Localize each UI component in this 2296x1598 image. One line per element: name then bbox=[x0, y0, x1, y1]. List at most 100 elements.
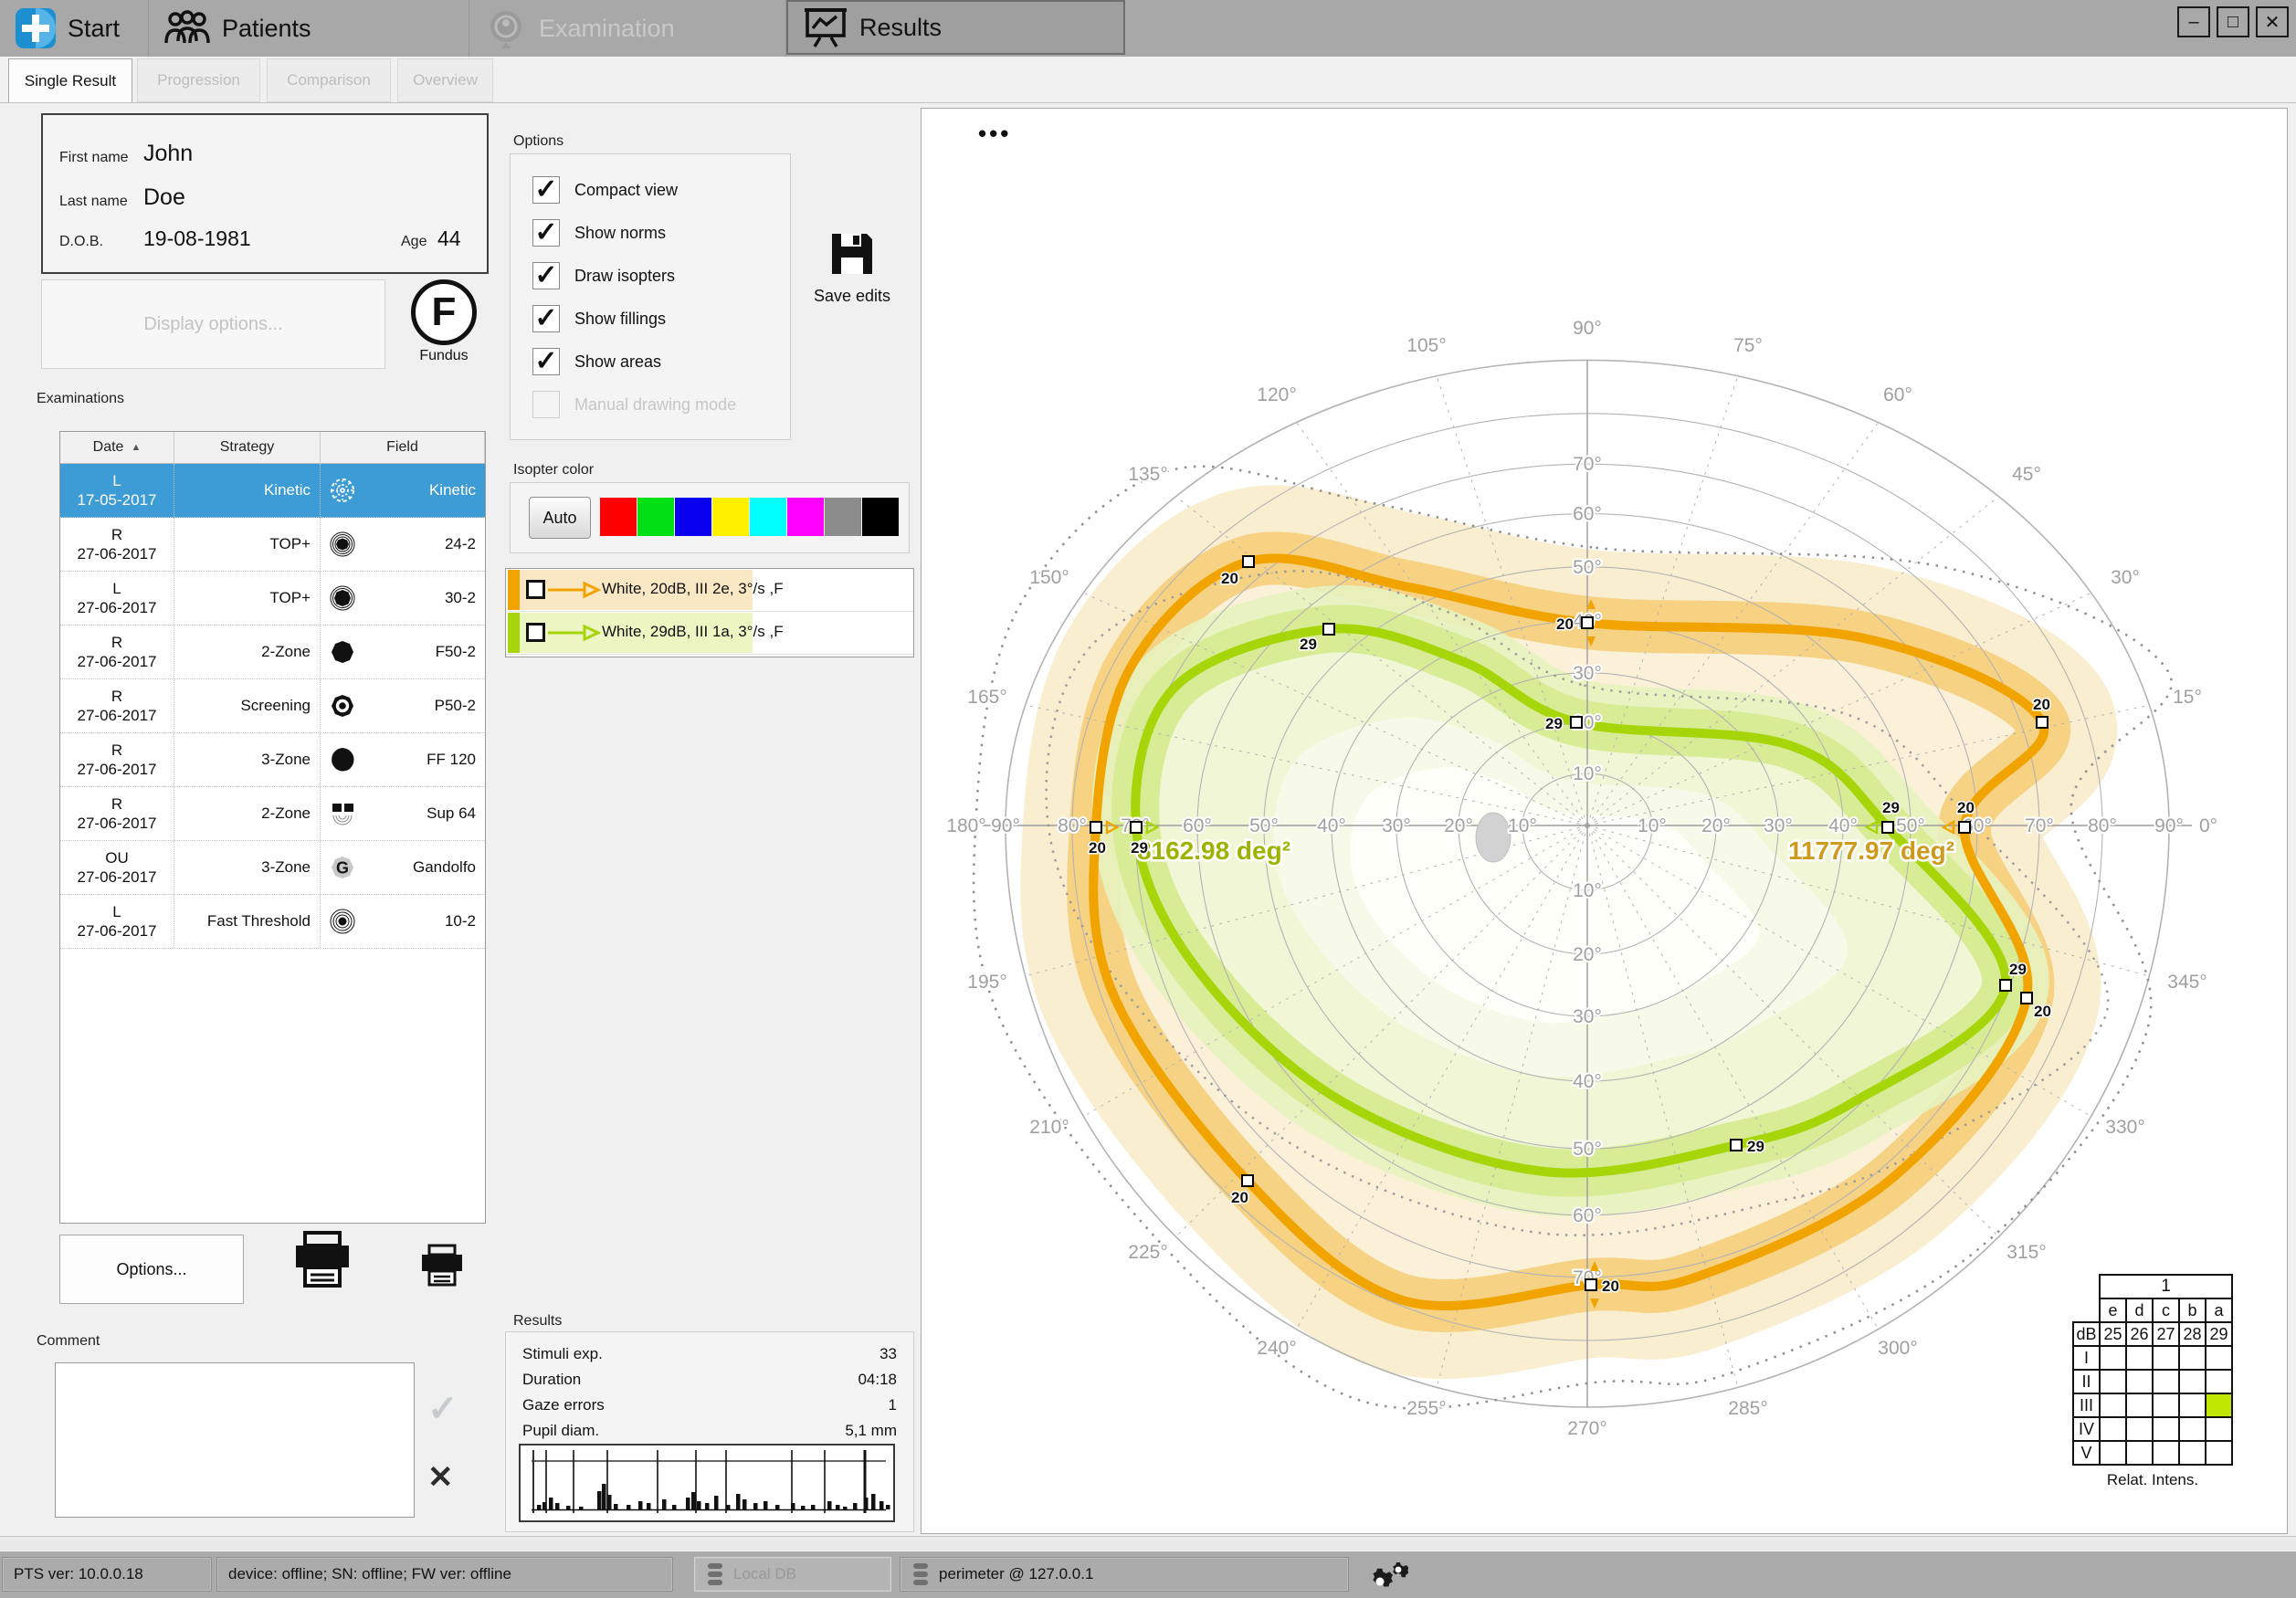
color-swatch[interactable] bbox=[862, 498, 899, 536]
app-tab-examination[interactable]: Examination bbox=[469, 0, 786, 57]
intensity-cell[interactable] bbox=[2206, 1370, 2232, 1393]
intensity-cell[interactable] bbox=[2179, 1441, 2206, 1465]
exam-options-button[interactable]: Options... bbox=[59, 1235, 244, 1304]
option-show-areas[interactable]: ✓Show areas bbox=[532, 346, 661, 377]
exam-table-row[interactable]: R27-06-2017ScreeningP50-2 bbox=[60, 679, 485, 733]
intensity-cell[interactable] bbox=[2100, 1441, 2126, 1465]
save-edits-button[interactable]: Save edits bbox=[793, 230, 911, 306]
exam-column-header-date[interactable]: Date▲ bbox=[60, 432, 174, 463]
intensity-cell[interactable] bbox=[2206, 1441, 2232, 1465]
isopter-handle[interactable] bbox=[2000, 980, 2011, 991]
legend-checkbox[interactable] bbox=[526, 580, 545, 599]
minimize-button[interactable]: – bbox=[2177, 6, 2210, 37]
intensity-cell[interactable] bbox=[2153, 1393, 2179, 1417]
isopter-handle[interactable] bbox=[1585, 1279, 1596, 1290]
svg-text:120°: 120° bbox=[1257, 384, 1296, 405]
color-swatch[interactable] bbox=[787, 498, 824, 536]
exam-table-row[interactable]: R27-06-20172-ZoneF50-2 bbox=[60, 626, 485, 679]
comment-cancel-icon[interactable]: ✕ bbox=[427, 1459, 454, 1496]
intensity-cell[interactable] bbox=[2100, 1417, 2126, 1441]
intensity-cell[interactable] bbox=[2126, 1417, 2153, 1441]
comment-input[interactable] bbox=[55, 1362, 415, 1518]
exam-table-row[interactable]: R27-06-20173-ZoneFF 120 bbox=[60, 733, 485, 787]
maximize-button[interactable]: □ bbox=[2217, 6, 2249, 37]
comment-accept-icon[interactable]: ✓ bbox=[427, 1388, 458, 1430]
isopter-handle[interactable] bbox=[1243, 556, 1254, 567]
exam-table-row[interactable]: R27-06-2017TOP+24-2 bbox=[60, 518, 485, 572]
app-tab-patients[interactable]: Patients bbox=[149, 0, 469, 57]
option-compact-view[interactable]: ✓Compact view bbox=[532, 174, 678, 205]
isopter-handle[interactable] bbox=[1582, 617, 1593, 628]
app-tab-start[interactable]: Start bbox=[0, 0, 149, 57]
app-tab-results[interactable]: Results bbox=[786, 0, 1125, 55]
unchecked-checkbox-icon[interactable] bbox=[532, 391, 560, 418]
exam-column-header-field[interactable]: Field bbox=[321, 432, 485, 463]
isopter-handle[interactable] bbox=[2037, 717, 2048, 728]
color-swatch[interactable] bbox=[675, 498, 711, 536]
option-manual-drawing-mode[interactable]: Manual drawing mode bbox=[532, 389, 736, 420]
tab-progression[interactable]: Progression bbox=[137, 58, 260, 102]
close-button[interactable]: ✕ bbox=[2256, 6, 2289, 37]
exam-table-row[interactable]: R27-06-20172-ZoneSup 64 bbox=[60, 787, 485, 841]
intensity-cell[interactable] bbox=[2179, 1417, 2206, 1441]
color-swatch[interactable] bbox=[712, 498, 749, 536]
checked-checkbox-icon[interactable]: ✓ bbox=[532, 305, 560, 332]
intensity-cell[interactable] bbox=[2126, 1346, 2153, 1370]
isopter-handle[interactable] bbox=[1571, 717, 1582, 728]
color-swatch[interactable] bbox=[600, 498, 637, 536]
tab-single-result[interactable]: Single Result bbox=[8, 58, 132, 102]
intensity-cell[interactable] bbox=[2179, 1346, 2206, 1370]
isopter-handle[interactable] bbox=[1131, 822, 1142, 833]
intensity-cell[interactable] bbox=[2179, 1370, 2206, 1393]
tab-overview[interactable]: Overview bbox=[397, 58, 493, 102]
isopter-handle[interactable] bbox=[1242, 1175, 1253, 1186]
exam-table-row[interactable]: OU27-06-20173-ZoneGGandolfo bbox=[60, 841, 485, 895]
color-swatch[interactable] bbox=[825, 498, 861, 536]
auto-color-button[interactable]: Auto bbox=[529, 497, 591, 539]
exam-table-row[interactable]: L17-05-2017KineticKinetic bbox=[60, 464, 485, 518]
isopter-legend-item[interactable]: White, 29dB, III 1a, 3°/s ,F bbox=[506, 612, 913, 655]
fundus-button[interactable]: F Fundus bbox=[398, 279, 490, 371]
intensity-cell[interactable] bbox=[2153, 1346, 2179, 1370]
intensity-cell[interactable] bbox=[2100, 1393, 2126, 1417]
isopter-handle[interactable] bbox=[1882, 822, 1893, 833]
isopter-legend-item[interactable]: White, 20dB, III 2e, 3°/s ,F bbox=[506, 569, 913, 612]
checked-checkbox-icon[interactable]: ✓ bbox=[532, 176, 560, 204]
intensity-cell[interactable] bbox=[2126, 1370, 2153, 1393]
intensity-cell[interactable] bbox=[2153, 1417, 2179, 1441]
isopter-handle[interactable] bbox=[2021, 993, 2032, 1004]
isopter-handle[interactable] bbox=[1090, 822, 1101, 833]
print-button[interactable] bbox=[290, 1231, 354, 1289]
intensity-cell[interactable] bbox=[2179, 1393, 2206, 1417]
option-show-norms[interactable]: ✓Show norms bbox=[532, 217, 666, 248]
intensity-cell[interactable] bbox=[2206, 1346, 2232, 1370]
checked-checkbox-icon[interactable]: ✓ bbox=[532, 219, 560, 247]
exam-column-header-strategy[interactable]: Strategy bbox=[174, 432, 321, 463]
color-swatch[interactable] bbox=[637, 498, 674, 536]
local-db-button[interactable]: Local DB bbox=[694, 1557, 891, 1592]
display-options-button[interactable]: Display options... bbox=[41, 279, 385, 369]
legend-checkbox[interactable] bbox=[526, 623, 545, 642]
exam-table-row[interactable]: L27-06-2017TOP+30-2 bbox=[60, 572, 485, 626]
checked-checkbox-icon[interactable]: ✓ bbox=[532, 348, 560, 375]
isopter-handle[interactable] bbox=[1731, 1140, 1742, 1151]
checked-checkbox-icon[interactable]: ✓ bbox=[532, 262, 560, 289]
intensity-cell[interactable] bbox=[2100, 1370, 2126, 1393]
intensity-cell[interactable] bbox=[2100, 1346, 2126, 1370]
exam-table-row[interactable]: L27-06-2017Fast Threshold10-2 bbox=[60, 895, 485, 949]
intensity-cell[interactable] bbox=[2126, 1441, 2153, 1465]
option-draw-isopters[interactable]: ✓Draw isopters bbox=[532, 260, 675, 291]
settings-gears-icon[interactable] bbox=[1368, 1559, 1408, 1595]
chart-menu-button[interactable]: ••• bbox=[978, 129, 1011, 138]
intensity-cell[interactable] bbox=[2206, 1393, 2232, 1417]
print-preview-button[interactable] bbox=[418, 1244, 466, 1288]
option-show-fillings[interactable]: ✓Show fillings bbox=[532, 303, 666, 334]
color-swatch[interactable] bbox=[750, 498, 786, 536]
intensity-cell[interactable] bbox=[2126, 1393, 2153, 1417]
isopter-handle[interactable] bbox=[1323, 624, 1334, 635]
intensity-cell[interactable] bbox=[2206, 1417, 2232, 1441]
isopter-handle[interactable] bbox=[1959, 822, 1970, 833]
tab-comparison[interactable]: Comparison bbox=[267, 58, 391, 102]
intensity-cell[interactable] bbox=[2153, 1441, 2179, 1465]
intensity-cell[interactable] bbox=[2153, 1370, 2179, 1393]
